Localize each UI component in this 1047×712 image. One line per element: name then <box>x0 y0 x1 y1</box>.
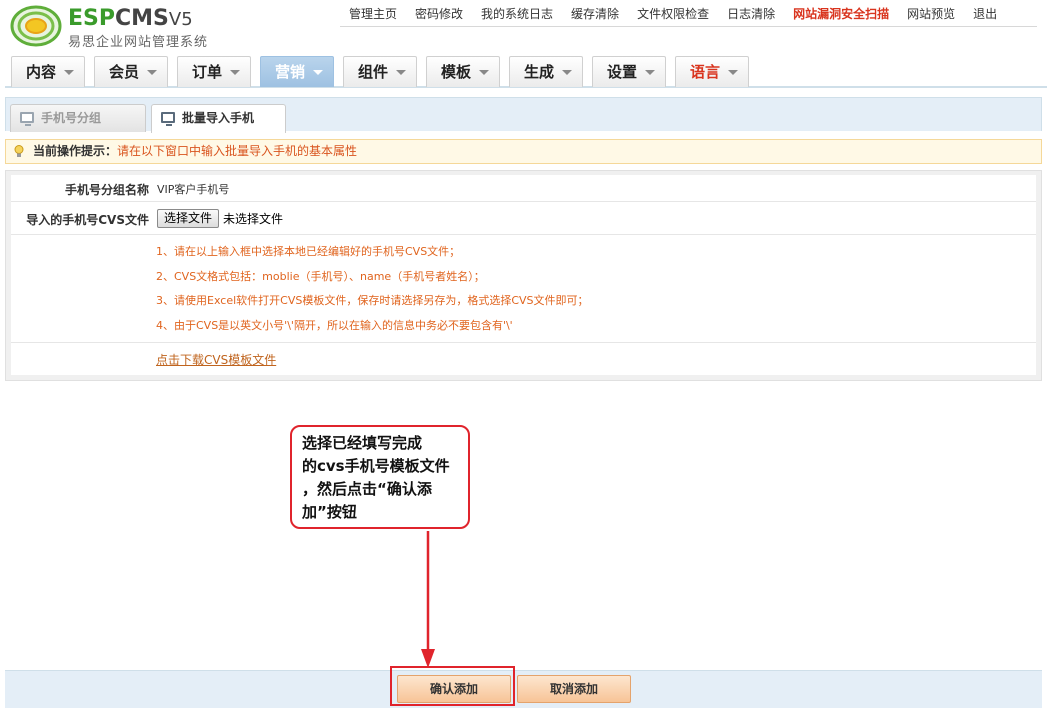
choose-file-button[interactable]: 选择文件 <box>157 209 220 228</box>
menu-order[interactable]: 订单 <box>177 56 251 87</box>
brand-esp: ESP <box>68 6 115 31</box>
monitor-icon <box>20 112 34 126</box>
top-link-file-permission[interactable]: 文件权限检查 <box>628 5 718 22</box>
menu-component[interactable]: 组件 <box>343 56 417 87</box>
menu-label: 模板 <box>441 63 472 81</box>
chevron-down-icon <box>728 70 738 75</box>
form-row-download: 点击下载CVS模板文件 <box>11 343 1036 375</box>
tab-phone-group[interactable]: 手机号分组 <box>10 104 146 132</box>
download-template-link[interactable]: 点击下载CVS模板文件 <box>156 351 276 368</box>
callout-line: ，然后点击“确认添 <box>302 480 432 498</box>
form-panel: 手机号分组名称 VIP客户手机号 导入的手机号CVS文件 选择文件 未选择文件 1… <box>5 170 1042 381</box>
chevron-down-icon <box>313 70 323 75</box>
logo-icon <box>10 5 62 47</box>
top-link-logout[interactable]: 退出 <box>964 5 1006 22</box>
menu-label: 会员 <box>109 63 140 81</box>
tab-batch-import[interactable]: 批量导入手机 <box>151 104 286 133</box>
brand-subtitle: 易思企业网站管理系统 <box>68 35 209 50</box>
callout-line: 选择已经填写完成 <box>302 434 423 452</box>
monitor-icon <box>161 112 175 126</box>
chevron-down-icon <box>479 70 489 75</box>
note-item: 1、请在以上输入框中选择本地已经编辑好的手机号CVS文件； <box>156 245 461 258</box>
menu-label: 语言 <box>690 63 721 81</box>
app-root: ESPCMSV5 易思企业网站管理系统 管理主页 密码修改 我的系统日志 缓存清… <box>0 0 1047 712</box>
top-link-password[interactable]: 密码修改 <box>406 5 472 22</box>
menu-label: 订单 <box>192 63 223 81</box>
chevron-down-icon <box>64 70 74 75</box>
top-link-preview[interactable]: 网站预览 <box>898 5 964 22</box>
form-row-notes: 1、请在以上输入框中选择本地已经编辑好的手机号CVS文件； 2、CVS文格式包括… <box>11 235 1036 343</box>
menu-label: 设置 <box>607 63 638 81</box>
note-item: 4、由于CVS是以英文小号'\'隔开，所以在输入的信息中务必不要包含有'\' <box>156 318 513 332</box>
cancel-add-button[interactable]: 取消添加 <box>517 675 631 703</box>
form-row-group: 手机号分组名称 VIP客户手机号 <box>11 175 1036 202</box>
tab-label: 手机号分组 <box>41 111 102 125</box>
brand-name: ESPCMSV5 <box>68 7 193 32</box>
notes-list: 1、请在以上输入框中选择本地已经编辑好的手机号CVS文件； 2、CVS文格式包括… <box>156 240 589 338</box>
file-status-text: 未选择文件 <box>223 212 284 226</box>
tab-label: 批量导入手机 <box>182 111 255 125</box>
instruction-callout: 选择已经填写完成 的cvs手机号模板文件 ，然后点击“确认添 加”按钮 <box>290 425 470 529</box>
chevron-down-icon <box>147 70 157 75</box>
file-label: 导入的手机号CVS文件 <box>26 213 149 227</box>
top-nav: 管理主页 密码修改 我的系统日志 缓存清除 文件权限检查 日志清除 网站漏洞安全… <box>340 0 1037 27</box>
main-menu: 内容 会员 订单 营销 组件 模板 生成 设置 语言 <box>5 55 1047 88</box>
menu-label: 内容 <box>26 63 57 81</box>
tab-strip: 手机号分组 批量导入手机 <box>5 97 1042 133</box>
group-name-value: VIP客户手机号 <box>157 183 230 196</box>
hint-label: 当前操作提示： <box>33 144 118 158</box>
menu-content[interactable]: 内容 <box>11 56 85 87</box>
callout-line: 加”按钮 <box>302 503 357 521</box>
callout-line: 的cvs手机号模板文件 <box>302 457 450 475</box>
chevron-down-icon <box>645 70 655 75</box>
chevron-down-icon <box>230 70 240 75</box>
file-picker: 选择文件 未选择文件 <box>157 209 283 228</box>
arrow-down-icon <box>421 531 435 668</box>
note-item: 3、请使用Excel软件打开CVS模板文件，保存时请选择另存为，格式选择CVS文… <box>156 294 589 307</box>
menu-language[interactable]: 语言 <box>675 56 749 87</box>
top-link-home[interactable]: 管理主页 <box>340 5 406 22</box>
form-body: 手机号分组名称 VIP客户手机号 导入的手机号CVS文件 选择文件 未选择文件 1… <box>11 175 1036 375</box>
top-link-my-log[interactable]: 我的系统日志 <box>472 5 562 22</box>
menu-label: 组件 <box>358 63 389 81</box>
form-row-file: 导入的手机号CVS文件 选择文件 未选择文件 <box>11 202 1036 235</box>
menu-label: 生成 <box>524 63 555 81</box>
menu-label: 营销 <box>275 63 306 81</box>
chevron-down-icon <box>562 70 572 75</box>
top-link-clear-log[interactable]: 日志清除 <box>718 5 784 22</box>
menu-settings[interactable]: 设置 <box>592 56 666 87</box>
chevron-down-icon <box>396 70 406 75</box>
lightbulb-icon <box>14 145 24 157</box>
menu-marketing[interactable]: 营销 <box>260 56 334 87</box>
group-name-label: 手机号分组名称 <box>64 183 149 197</box>
note-item: 2、CVS文格式包括：moblie（手机号）、name（手机号者姓名）； <box>156 269 485 283</box>
hint-bar: 当前操作提示：请在以下窗口中输入批量导入手机的基本属性 <box>5 139 1042 164</box>
hint-text: 请在以下窗口中输入批量导入手机的基本属性 <box>117 144 358 158</box>
menu-member[interactable]: 会员 <box>94 56 168 87</box>
menu-generate[interactable]: 生成 <box>509 56 583 87</box>
logo: ESPCMSV5 易思企业网站管理系统 <box>10 5 230 50</box>
top-link-security-scan[interactable]: 网站漏洞安全扫描 <box>784 5 898 22</box>
brand-cms: CMS <box>115 6 169 31</box>
top-link-clear-cache[interactable]: 缓存清除 <box>562 5 628 22</box>
menu-template[interactable]: 模板 <box>426 56 500 87</box>
brand-version: V5 <box>168 9 193 30</box>
confirm-add-button[interactable]: 确认添加 <box>397 675 511 703</box>
